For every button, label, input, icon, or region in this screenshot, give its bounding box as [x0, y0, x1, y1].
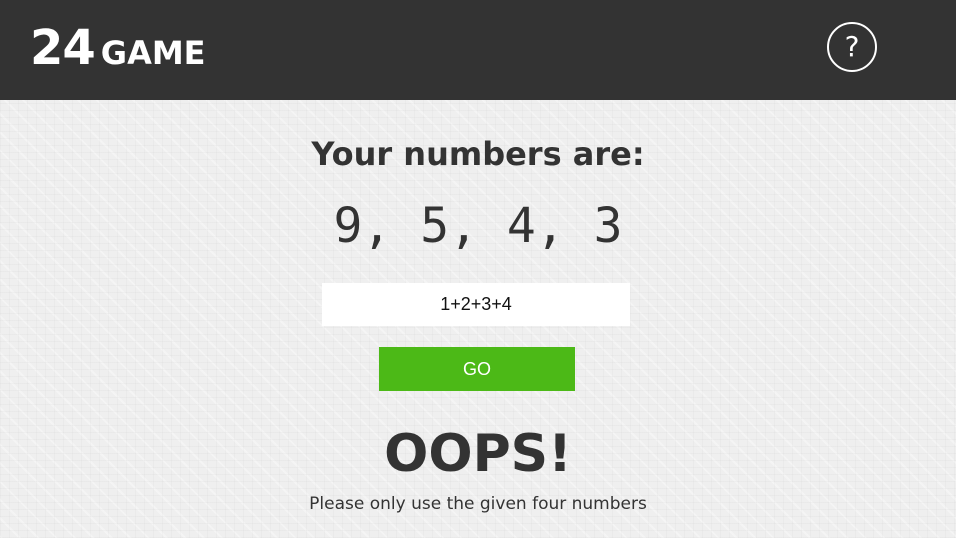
app-title-word: GAME	[100, 34, 206, 72]
given-numbers: 9, 5, 4, 3	[333, 198, 623, 254]
numbers-prompt: Your numbers are:	[311, 135, 645, 173]
question-mark-circle-icon: ?	[844, 30, 860, 63]
result-title: OOPS!	[384, 424, 572, 484]
app-title-number: 24	[30, 20, 96, 76]
app-title: 24 GAME	[30, 18, 206, 89]
go-button[interactable]: GO	[379, 347, 575, 391]
app-header: 24 GAME ?	[0, 0, 956, 100]
result-message: Please only use the given four numbers	[309, 494, 647, 514]
help-button[interactable]: ?	[827, 22, 877, 72]
expression-input[interactable]	[322, 283, 630, 326]
